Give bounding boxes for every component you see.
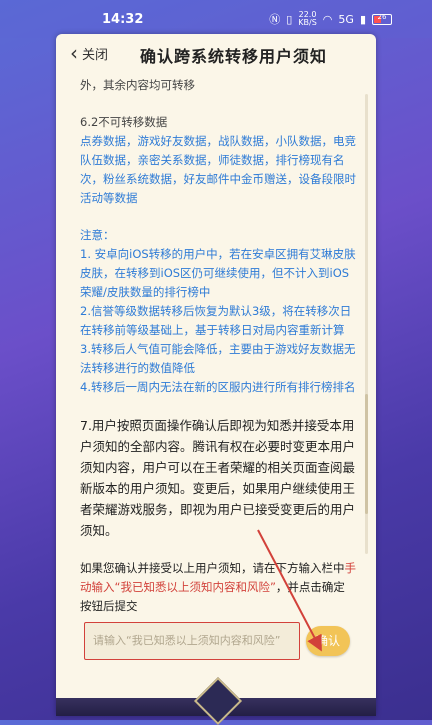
content-line: 外，其余内容均可转移 (80, 78, 195, 92)
confirm-input-row: 请输入“我已知悉以上须知内容和风险” 确认 (84, 618, 356, 666)
notice-item-4: 4.转移后一周内无法在新的区服内进行所有排行榜排名 (80, 380, 356, 394)
instruction-text: 如果您确认并接受以上用户须知，请在下方输入栏中手动输入“我已知悉以上须知内容和风… (80, 559, 356, 616)
section-title: 6.2不可转移数据 (80, 115, 168, 129)
nfc-icon: Ⓝ (269, 13, 281, 26)
notice-title: 注意： (80, 228, 115, 242)
status-icons: Ⓝ ▯ 22.0 KB/S ◠ 5G ▮ 26 (269, 11, 392, 27)
battery-level: 26 (377, 12, 387, 21)
notice-dialog: ‹ 关闭 确认跨系统转移用户须知 外，其余内容均可转移 6.2不可转移数据 点券… (56, 34, 376, 725)
status-bar: 14:32 Ⓝ ▯ 22.0 KB/S ◠ 5G ▮ 26 (0, 0, 432, 38)
wifi-icon: ◠ (322, 12, 333, 26)
chevron-left-icon: ‹ (70, 41, 78, 65)
battery-icon: 26 (372, 12, 392, 25)
notice-content[interactable]: 外，其余内容均可转移 6.2不可转移数据 点券数据，游戏好友数据，战队数据，小队… (80, 76, 356, 648)
vibrate-icon: ▯ (286, 12, 293, 26)
network-speed-unit: KB/S (298, 18, 317, 27)
diamond-ornament-icon (193, 676, 243, 725)
confirm-text-input[interactable]: 请输入“我已知悉以上须知内容和风险” (84, 622, 300, 660)
scrollbar-thumb[interactable] (365, 394, 368, 514)
network-speed: 22.0 KB/S (298, 11, 317, 27)
close-button[interactable]: ‹ 关闭 (70, 43, 108, 63)
signal-bars-icon: ▮ (359, 12, 366, 26)
confirm-button[interactable]: 确认 (306, 626, 350, 656)
notice-item-2: 2.信誉等级数据转移后恢复为默认3级，将在转移次日在转移前等级基础上，基于转移日… (80, 304, 352, 337)
dialog-header: ‹ 关闭 确认跨系统转移用户须知 (56, 34, 376, 72)
signal-label: 5G (338, 12, 354, 26)
notice-item-1: 1. 安卓向iOS转移的用户中，若在安卓区拥有艾琳皮肤皮肤，在转移到iOS区仍可… (80, 247, 356, 299)
section-items: 点券数据，游戏好友数据，战队数据，小队数据，电竞队伍数据，亲密关系数据，师徒数据… (80, 134, 356, 205)
notice-item-3: 3.转移后人气值可能会降低，主要由于游戏好友数据无法转移进行的数值降低 (80, 342, 356, 375)
status-time: 14:32 (102, 11, 144, 27)
clause-7: 7.用户按照页面操作确认后即视为知悉并接受本用户须知的全部内容。腾讯有权在必要时… (80, 418, 356, 538)
close-label: 关闭 (82, 47, 109, 63)
dialog-title: 确认跨系统转移用户须知 (140, 47, 328, 66)
instruction-before: 如果您确认并接受以上用户须知，请在下方输入栏中 (80, 561, 345, 575)
